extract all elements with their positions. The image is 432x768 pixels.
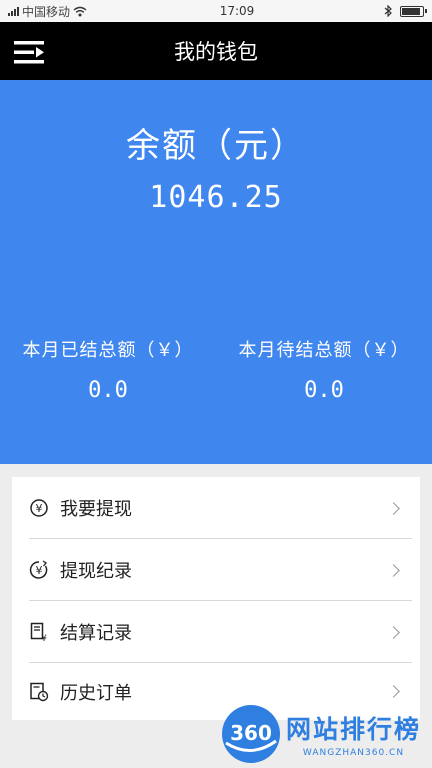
chevron-right-icon: [387, 625, 400, 639]
svg-text:¥: ¥: [41, 634, 47, 642]
app-header: 我的钱包: [0, 22, 432, 80]
page-title: 我的钱包: [174, 40, 258, 64]
yen-circle-icon: ¥: [30, 499, 48, 517]
pending-stat: 本月待结总额（￥） 0.0: [216, 336, 432, 403]
menu-item-settlement[interactable]: ¥ 结算记录: [12, 601, 420, 663]
carrier-label: 中国移动: [22, 4, 71, 19]
menu-item-withdraw-history[interactable]: ¥ 提现纪录: [12, 539, 420, 601]
signal-icon: [8, 6, 19, 16]
yen-history-icon: ¥: [29, 560, 48, 579]
status-time: 17:09: [219, 4, 255, 18]
pending-label: 本月待结总额（￥）: [238, 340, 410, 361]
wifi-icon: [73, 6, 87, 16]
settled-label: 本月已结总额（￥）: [22, 340, 194, 361]
svg-text:360: 360: [230, 721, 272, 745]
watermark-logo: 360: [222, 705, 280, 763]
settled-value: 0.0: [88, 378, 128, 403]
bluetooth-icon: [384, 5, 392, 17]
wallet-menu-list: ¥ 我要提现 ¥ 提现纪录 ¥ 结算记录 历史订单: [12, 477, 420, 720]
chevron-right-icon: [387, 563, 400, 577]
menu-icon[interactable]: [12, 37, 48, 67]
watermark-title: 网站排行榜: [286, 715, 422, 744]
status-left: 中国移动: [8, 3, 148, 20]
balance-panel: 余额（元） 1046.25 本月已结总额（￥） 0.0 本月待结总额（￥） 0.…: [0, 80, 432, 464]
balance-amount: 1046.25: [149, 180, 283, 215]
menu-item-label: 提现纪录: [60, 561, 132, 582]
watermark: 360 网站排行榜 WANGZHAN360.CN: [220, 700, 432, 768]
status-right: [364, 5, 427, 17]
battery-fill: [402, 7, 420, 15]
battery-icon: [400, 5, 427, 17]
watermark-text: 网站排行榜 WANGZHAN360.CN: [286, 710, 421, 758]
balance-label: 余额（元）: [126, 126, 306, 166]
pending-value: 0.0: [304, 378, 344, 403]
menu-item-label: 我要提现: [60, 499, 132, 520]
chevron-right-icon: [387, 501, 400, 515]
svg-text:¥: ¥: [36, 502, 43, 515]
order-history-icon: [30, 682, 49, 701]
svg-text:¥: ¥: [36, 564, 43, 577]
settled-stat: 本月已结总额（￥） 0.0: [0, 336, 216, 403]
menu-item-label: 历史订单: [60, 682, 132, 704]
status-bar: 中国移动 17:09: [0, 0, 432, 22]
watermark-subtitle: WANGZHAN360.CN: [302, 748, 405, 758]
menu-item-label: 结算记录: [60, 623, 132, 644]
menu-item-withdraw[interactable]: ¥ 我要提现: [12, 477, 420, 539]
chevron-right-icon: [387, 685, 400, 698]
settlement-doc-icon: ¥: [30, 622, 47, 642]
